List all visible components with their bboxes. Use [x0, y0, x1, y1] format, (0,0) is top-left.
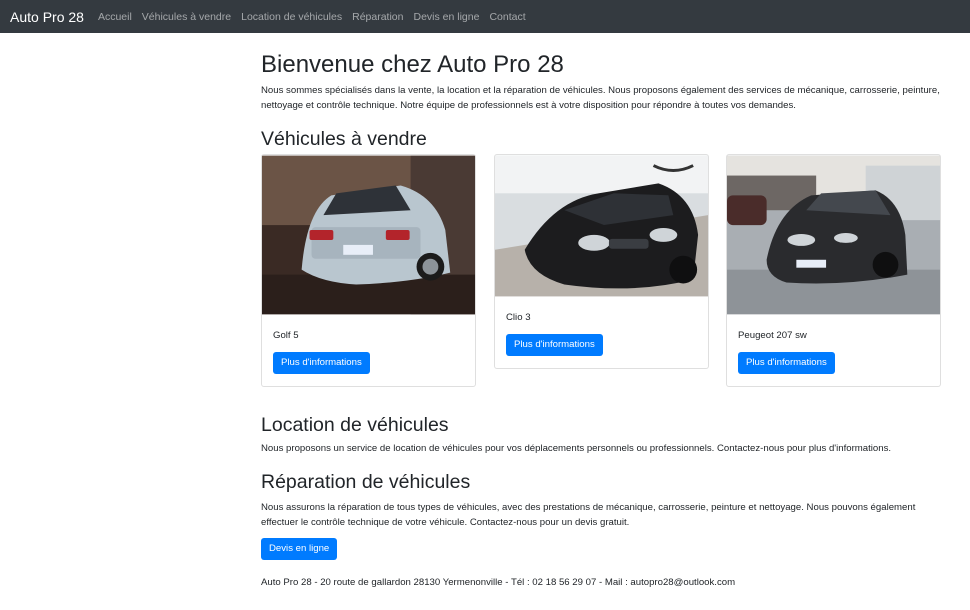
- navbar-brand[interactable]: Auto Pro 28: [10, 9, 84, 25]
- intro-text: Nous sommes spécialisés dans la vente, l…: [261, 85, 940, 111]
- nav-link-accueil[interactable]: Accueil: [98, 11, 132, 23]
- vehicle-card-peugeot: Peugeot 207 sw Plus d'informations: [726, 154, 941, 387]
- vehicle-image-golf[interactable]: [262, 155, 475, 315]
- rental-text: Nous proposons un service de location de…: [261, 443, 892, 454]
- page-title: Bienvenue chez Auto Pro 28: [261, 51, 564, 78]
- vehicle-name-golf: Golf 5: [273, 330, 299, 341]
- quote-button[interactable]: Devis en ligne: [261, 538, 338, 560]
- vehicle-card-clio: Clio 3 Plus d'informations: [494, 154, 709, 369]
- nav-link-contact[interactable]: Contact: [489, 11, 525, 23]
- more-info-button-peugeot[interactable]: Plus d'informations: [738, 352, 835, 374]
- nav-link-reparation[interactable]: Réparation: [352, 11, 403, 23]
- repair-text: Nous assurons la réparation de tous type…: [261, 502, 916, 528]
- nav-link-vehicules-a-vendre[interactable]: Véhicules à vendre: [142, 11, 231, 23]
- footer-contact: Auto Pro 28 - 20 route de gallardon 2813…: [261, 577, 736, 588]
- rental-section-title: Location de véhicules: [261, 414, 449, 436]
- more-info-button-clio[interactable]: Plus d'informations: [506, 334, 603, 356]
- top-navbar: Auto Pro 28 Accueil Véhicules à vendre L…: [0, 0, 970, 33]
- vehicle-name-peugeot: Peugeot 207 sw: [738, 330, 807, 341]
- sale-section-title: Véhicules à vendre: [261, 128, 427, 150]
- repair-section-title: Réparation de véhicules: [261, 471, 471, 493]
- vehicle-image-peugeot[interactable]: [727, 155, 940, 315]
- more-info-button-golf[interactable]: Plus d'informations: [273, 352, 370, 374]
- nav-link-devis[interactable]: Devis en ligne: [413, 11, 479, 23]
- nav-link-location[interactable]: Location de véhicules: [241, 11, 342, 23]
- vehicle-image-clio[interactable]: [495, 155, 708, 297]
- vehicle-card-golf: Golf 5 Plus d'informations: [261, 154, 476, 387]
- vehicle-name-clio: Clio 3: [506, 312, 531, 323]
